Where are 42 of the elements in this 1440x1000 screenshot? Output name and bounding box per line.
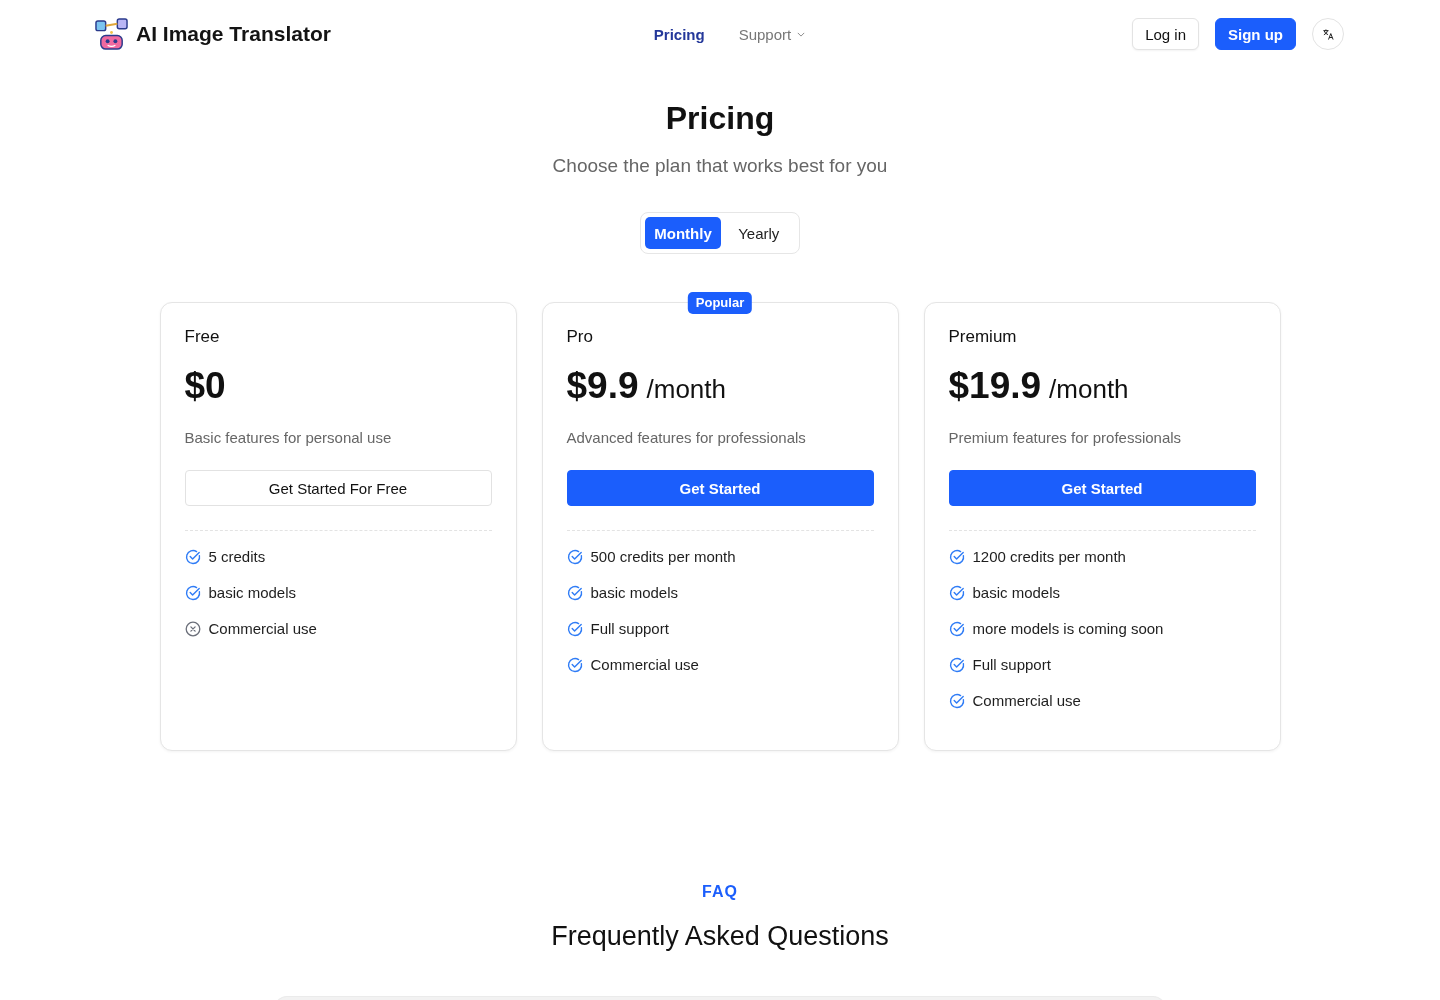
log-in-button[interactable]: Log in bbox=[1132, 18, 1199, 50]
nav-dropdown[interactable]: Support bbox=[738, 25, 806, 43]
price-period: /month bbox=[646, 374, 726, 405]
get-started-button[interactable]: Get Started bbox=[566, 470, 874, 506]
get-started-button[interactable]: Get Started bbox=[948, 470, 1256, 506]
feature-text: 5 credits bbox=[208, 547, 266, 567]
plan-description: Basic features for personal use bbox=[184, 428, 393, 448]
feature-text: basic models bbox=[972, 583, 1061, 603]
feature-text: basic models bbox=[208, 583, 297, 603]
price-period: /month bbox=[1049, 374, 1129, 405]
feature-text: Commercial use bbox=[590, 655, 699, 675]
plan-name: Free bbox=[184, 327, 221, 347]
plan-price: $9.9 bbox=[566, 364, 639, 408]
nav-link[interactable]: Pricing bbox=[653, 25, 705, 43]
faq-title: Frequently Asked Questions bbox=[551, 920, 889, 953]
plan-price: $19.9 bbox=[948, 364, 1042, 408]
plan-price: $0 bbox=[184, 364, 226, 408]
feature-text: Full support bbox=[972, 655, 1051, 675]
brand-name[interactable]: AI Image Translator bbox=[136, 22, 331, 46]
sign-up-button[interactable]: Sign up bbox=[1215, 18, 1296, 50]
feature-text: 1200 credits per month bbox=[972, 547, 1126, 567]
page-title: Pricing bbox=[665, 99, 775, 138]
feature-text: Commercial use bbox=[208, 619, 317, 639]
language-button[interactable] bbox=[1312, 18, 1344, 50]
billing-tab[interactable]: Yearly bbox=[722, 217, 795, 249]
robot-logo-icon bbox=[95, 17, 128, 51]
feature-text: Commercial use bbox=[972, 691, 1081, 711]
plan-name: Pro bbox=[566, 327, 594, 347]
plan-name: Premium bbox=[948, 327, 1018, 347]
popular-badge: Popular bbox=[687, 292, 753, 314]
plan-description: Advanced features for professionals bbox=[566, 428, 807, 448]
feature-text: 500 credits per month bbox=[590, 547, 736, 567]
page-subtitle: Choose the plan that works best for you bbox=[552, 154, 888, 178]
feature-text: basic models bbox=[590, 583, 679, 603]
feature-text: more models is coming soon bbox=[972, 619, 1164, 639]
feature-text: Full support bbox=[590, 619, 669, 639]
billing-tab[interactable]: Monthly bbox=[645, 217, 721, 249]
caret-icon bbox=[797, 31, 806, 37]
get-started-button[interactable]: Get Started For Free bbox=[184, 470, 492, 506]
faq-label: FAQ bbox=[702, 882, 738, 902]
translate-icon bbox=[1322, 28, 1334, 40]
plan-description: Premium features for professionals bbox=[948, 428, 1183, 448]
